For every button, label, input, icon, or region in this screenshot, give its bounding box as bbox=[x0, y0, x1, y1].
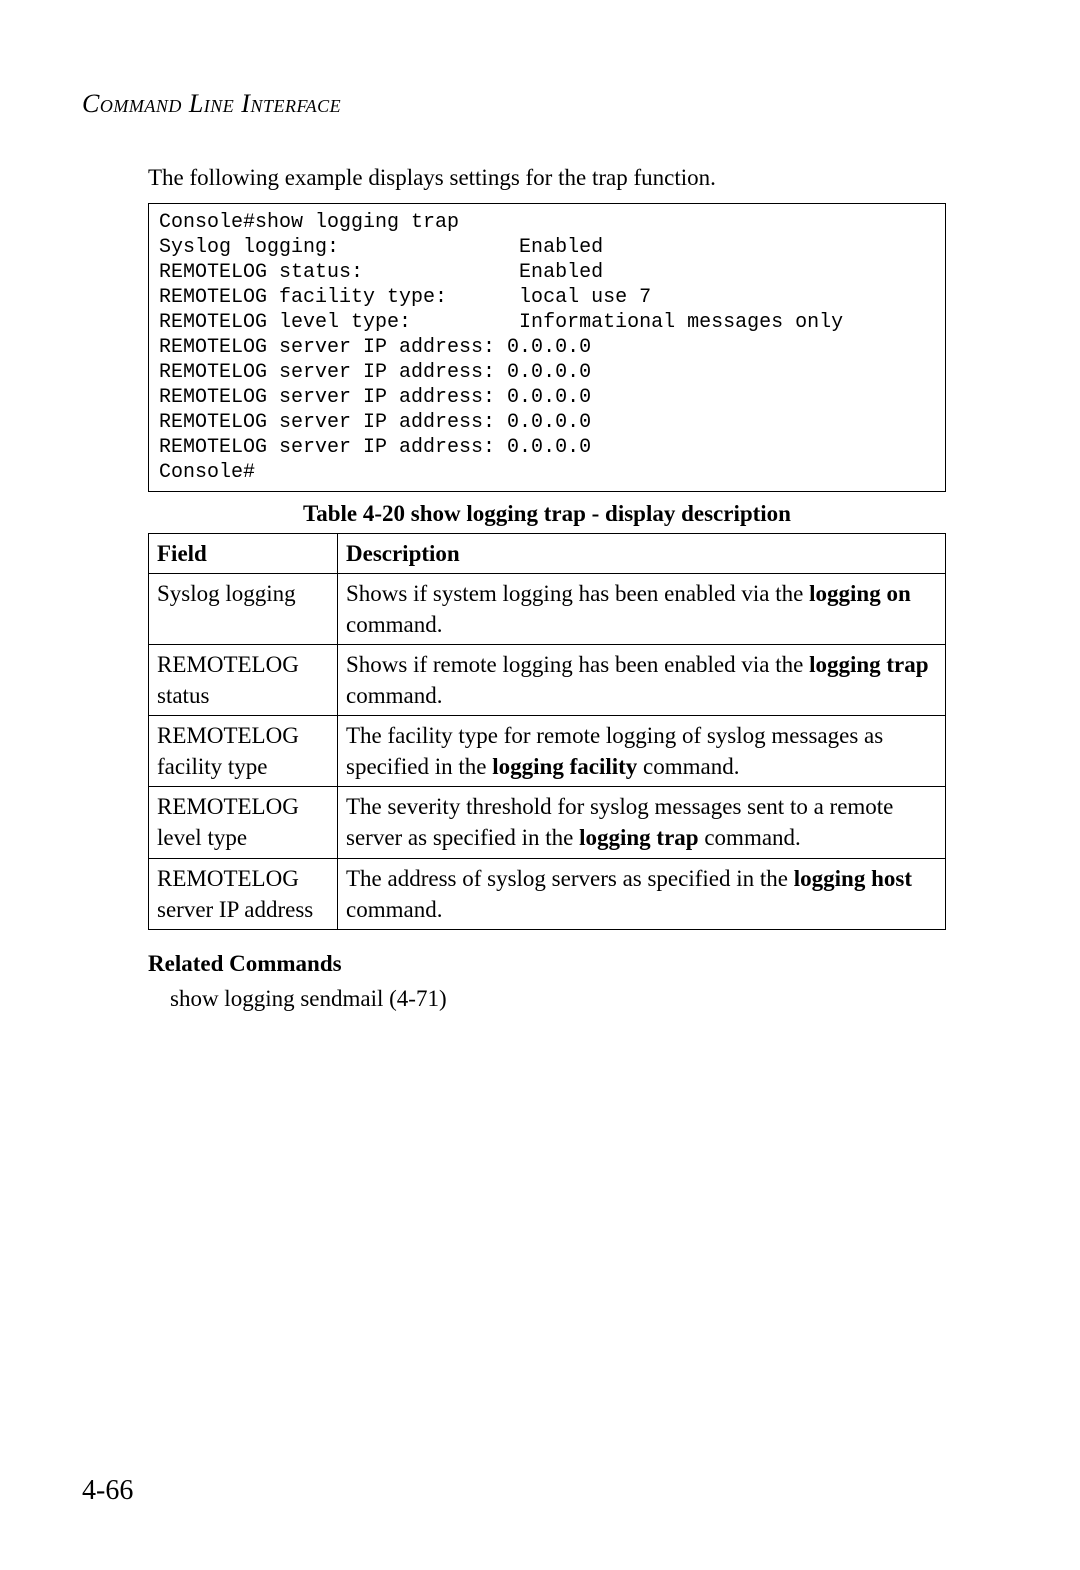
cell-field: REMOTELOG status bbox=[149, 645, 338, 716]
page-number: 4-66 bbox=[82, 1472, 133, 1510]
console-output-box: Console#show logging trap Syslog logging… bbox=[148, 203, 946, 492]
intro-paragraph: The following example displays settings … bbox=[148, 162, 946, 193]
console-line: REMOTELOG server IP address: 0.0.0.0 bbox=[159, 361, 591, 384]
cell-field: REMOTELOG facility type bbox=[149, 716, 338, 787]
col-head-description: Description bbox=[338, 534, 946, 574]
table-row: Syslog logging Shows if system logging h… bbox=[149, 574, 946, 645]
cell-description: The severity threshold for syslog messag… bbox=[338, 787, 946, 858]
table-row: REMOTELOG server IP address The address … bbox=[149, 858, 946, 929]
cell-field: Syslog logging bbox=[149, 574, 338, 645]
related-command-item: show logging sendmail (4-71) bbox=[170, 983, 946, 1014]
table-row: REMOTELOG level type The severity thresh… bbox=[149, 787, 946, 858]
cell-field: REMOTELOG level type bbox=[149, 787, 338, 858]
console-line: REMOTELOG level type: Informational mess… bbox=[159, 311, 843, 334]
col-head-field: Field bbox=[149, 534, 338, 574]
console-line: REMOTELOG server IP address: 0.0.0.0 bbox=[159, 411, 591, 434]
console-line: REMOTELOG server IP address: 0.0.0.0 bbox=[159, 336, 591, 359]
console-line: REMOTELOG server IP address: 0.0.0.0 bbox=[159, 436, 591, 459]
console-line: REMOTELOG facility type: local use 7 bbox=[159, 286, 651, 309]
cell-description: Shows if remote logging has been enabled… bbox=[338, 645, 946, 716]
cell-description: Shows if system logging has been enabled… bbox=[338, 574, 946, 645]
table-row: REMOTELOG facility type The facility typ… bbox=[149, 716, 946, 787]
page: Command Line Interface The following exa… bbox=[0, 0, 1080, 1570]
cell-description: The facility type for remote logging of … bbox=[338, 716, 946, 787]
cell-field: REMOTELOG server IP address bbox=[149, 858, 338, 929]
description-table: Field Description Syslog logging Shows i… bbox=[148, 533, 946, 930]
console-line: REMOTELOG server IP address: 0.0.0.0 bbox=[159, 386, 591, 409]
table-row: REMOTELOG status Shows if remote logging… bbox=[149, 645, 946, 716]
related-commands-heading: Related Commands bbox=[148, 948, 946, 979]
console-line: REMOTELOG status: Enabled bbox=[159, 261, 603, 284]
table-caption: Table 4-20 show logging trap - display d… bbox=[148, 498, 946, 529]
cell-description: The address of syslog servers as specifi… bbox=[338, 858, 946, 929]
console-line: Console#show logging trap bbox=[159, 211, 459, 234]
console-line: Console# bbox=[159, 461, 255, 484]
page-body: The following example displays settings … bbox=[148, 162, 946, 1014]
running-header: Command Line Interface bbox=[82, 86, 341, 121]
console-line: Syslog logging: Enabled bbox=[159, 236, 603, 259]
table-header-row: Field Description bbox=[149, 534, 946, 574]
